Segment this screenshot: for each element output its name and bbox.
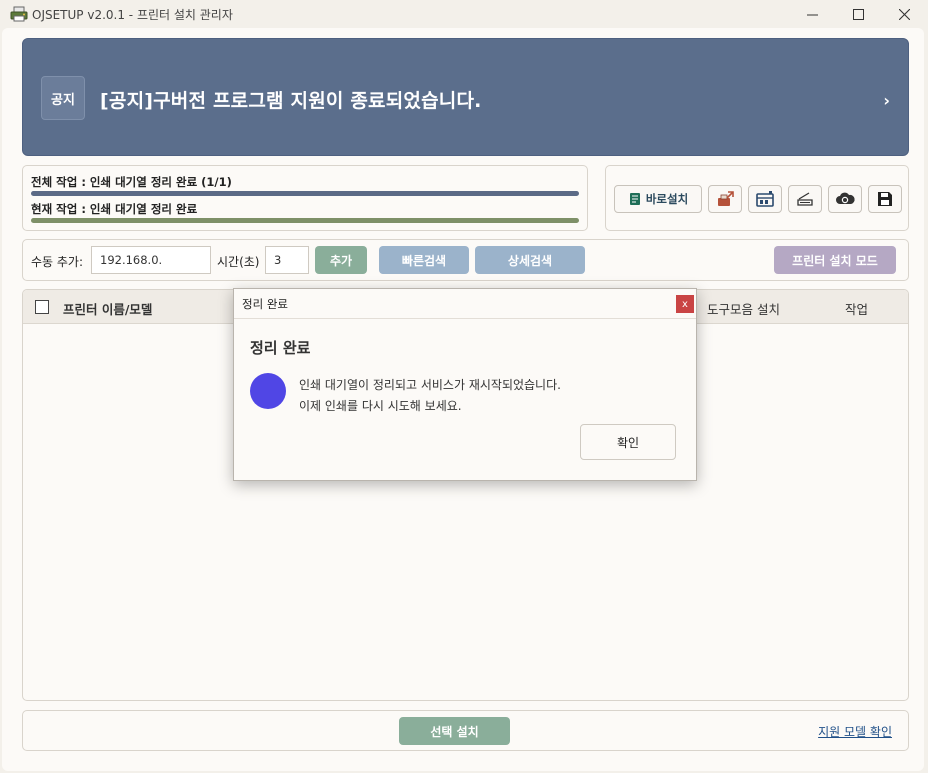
install-mode-button[interactable]: 프린터 설치 모드 (774, 246, 896, 274)
quick-install-button[interactable]: 바로설치 (614, 185, 702, 213)
time-label: 시간(초) (217, 255, 260, 269)
printer-doc-icon (629, 193, 640, 205)
tools-panel: 바로설치 (605, 165, 909, 231)
cloud-sync-button[interactable] (828, 185, 862, 213)
queue-button[interactable] (748, 185, 782, 213)
dialog-ok-button[interactable]: 확인 (580, 424, 676, 460)
quick-search-button[interactable]: 빠른검색 (379, 246, 469, 274)
printer-app-icon (10, 6, 28, 22)
overall-progress-bar (31, 191, 579, 196)
queue-icon (756, 191, 774, 207)
column-toolbar-install: 도구모음 설치 (707, 302, 780, 317)
dialog-titlebar: 정리 완료 x (234, 289, 696, 319)
progress-panel: 전체 작업 : 인쇄 대기열 정리 완료 (1/1) 현재 작업 : 인쇄 대기… (22, 165, 588, 231)
title-bar: OJSETUP v2.0.1 - 프린터 설치 관리자 (0, 0, 928, 28)
time-input[interactable]: 3 (265, 246, 309, 274)
current-progress-label: 현재 작업 : 인쇄 대기열 정리 완료 (31, 202, 198, 216)
save-button[interactable] (868, 185, 902, 213)
notice-badge: 공지 (41, 76, 85, 120)
save-icon (878, 192, 892, 206)
dialog-message-line1: 인쇄 대기열이 정리되고 서비스가 재시작되었습니다. (299, 378, 561, 392)
minimize-icon[interactable] (792, 3, 832, 25)
dialog-heading: 정리 완료 (250, 339, 311, 357)
printer-arrow-button[interactable] (708, 185, 742, 213)
install-selected-button[interactable]: 선택 설치 (399, 717, 510, 745)
dialog-close-icon[interactable]: x (676, 295, 694, 313)
quick-install-label: 바로설치 (645, 192, 689, 206)
support-models-link[interactable]: 지원 모델 확인 (818, 723, 892, 740)
window-title: OJSETUP v2.0.1 - 프린터 설치 관리자 (32, 8, 233, 22)
bottom-bar: 선택 설치 지원 모델 확인 (22, 710, 909, 751)
maximize-icon[interactable] (838, 3, 878, 25)
dialog-message-line2: 이제 인쇄를 다시 시도해 보세요. (299, 399, 462, 413)
ip-input[interactable]: 192.168.0. (91, 246, 211, 274)
close-icon[interactable] (884, 3, 924, 25)
select-all-checkbox[interactable] (35, 300, 49, 314)
status-indicator-icon (250, 373, 286, 409)
cloud-sync-icon (836, 192, 855, 204)
notice-text: [공지]구버전 프로그램 지원이 종료되었습니다. (100, 90, 482, 112)
scanner-icon (797, 192, 813, 206)
manual-add-label: 수동 추가: (31, 255, 84, 269)
column-printer-name: 프린터 이름/모델 (63, 302, 153, 317)
column-action: 작업 (845, 302, 869, 317)
printer-arrow-icon (718, 191, 734, 206)
add-button[interactable]: 추가 (315, 246, 367, 274)
overall-progress-label: 전체 작업 : 인쇄 대기열 정리 완료 (1/1) (31, 175, 232, 189)
cleanup-complete-dialog: 정리 완료 x 정리 완료 인쇄 대기열이 정리되고 서비스가 재시작되었습니다… (233, 288, 697, 481)
notice-banner[interactable]: 공지 [공지]구버전 프로그램 지원이 종료되었습니다. › (22, 38, 909, 156)
detail-search-button[interactable]: 상세검색 (475, 246, 585, 274)
search-panel: 수동 추가: 192.168.0. 시간(초) 3 추가 빠른검색 상세검색 프… (22, 239, 909, 281)
chevron-right-icon[interactable]: › (883, 91, 890, 110)
scanner-button[interactable] (788, 185, 822, 213)
dialog-title: 정리 완료 (242, 297, 288, 311)
current-progress-bar (31, 218, 579, 223)
